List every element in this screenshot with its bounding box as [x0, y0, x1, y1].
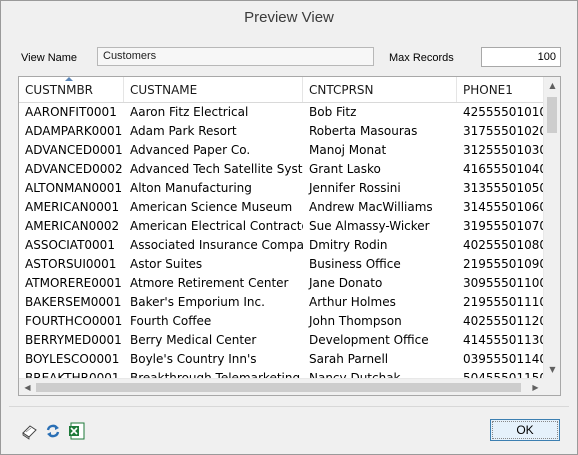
- refresh-icon[interactable]: [44, 422, 62, 440]
- table-cell: BERRYMED0001: [25, 333, 122, 347]
- table-cell: 3095550110000: [463, 276, 544, 290]
- column-header-custnmbr[interactable]: CUSTNMBR: [19, 77, 124, 102]
- view-name-field: Customers: [97, 47, 374, 66]
- footer-divider: [9, 406, 569, 407]
- table-cell: AMERICAN0001: [25, 200, 120, 214]
- table-cell: ALTONMAN0001: [25, 181, 123, 195]
- table-cell: Dmitry Rodin: [309, 238, 388, 252]
- table-cell: BAKERSEM0001: [25, 295, 122, 309]
- table-cell: 2195550111000: [463, 295, 544, 309]
- table-row[interactable]: ADVANCED0001 Advanced Paper Co. Manoj Mona…: [19, 141, 544, 160]
- table-cell: ADVANCED0001: [25, 143, 123, 157]
- table-cell: ASTORSUI0001: [25, 257, 117, 271]
- table-cell: Fourth Coffee: [130, 314, 212, 328]
- window-title: Preview View: [244, 9, 334, 26]
- table-cell: Arthur Holmes: [309, 295, 396, 309]
- table-cell: Aaron Fitz Electrical: [130, 105, 249, 119]
- scroll-right-icon[interactable]: ▶: [527, 379, 544, 395]
- table-cell: Jane Donato: [309, 276, 383, 290]
- table-cell: 4165550104000: [463, 162, 544, 176]
- table-cell: Astor Suites: [130, 257, 203, 271]
- table-cell: Bob Fitz: [309, 105, 357, 119]
- preview-view-window: Preview View View Name Customers Max Rec…: [0, 0, 578, 455]
- column-header-phone1[interactable]: PHONE1: [457, 77, 544, 102]
- table-row[interactable]: BERRYMED0001 Berry Medical Center Developm…: [19, 331, 544, 350]
- table-row[interactable]: BOYLESCO0001 Boyle's Country Inn's Sarah P…: [19, 350, 544, 369]
- table-cell: 0395550114000: [463, 352, 544, 366]
- scroll-corner: [543, 378, 560, 395]
- table-cell: American Electrical Contractor: [130, 219, 303, 233]
- table-row[interactable]: AMERICAN0001 American Science Museum Andre…: [19, 198, 544, 217]
- table-row[interactable]: ADVANCED0002 Advanced Tech Satellite Syst…: [19, 160, 544, 179]
- table-cell: 3145550106000: [463, 200, 544, 214]
- table-cell: 2195550109000: [463, 257, 544, 271]
- grid-header: CUSTNMBR CUSTNAME CNTCPRSN PHONE1: [19, 77, 544, 103]
- table-cell: 4025550112000: [463, 314, 544, 328]
- table-cell: Berry Medical Center: [130, 333, 257, 347]
- table-cell: Alton Manufacturing: [130, 181, 252, 195]
- vertical-scroll-thumb[interactable]: [547, 97, 557, 133]
- table-cell: Roberta Masouras: [309, 124, 418, 138]
- table-row[interactable]: ADAMPARK0001 Adam Park Resort Roberta Maso…: [19, 122, 544, 141]
- table-cell: AMERICAN0002: [25, 219, 120, 233]
- vertical-scrollbar[interactable]: ▲ ▼: [543, 77, 560, 378]
- table-cell: Atmore Retirement Center: [130, 276, 289, 290]
- table-cell: ADVANCED0002: [25, 162, 123, 176]
- table-cell: 4145550113000: [463, 333, 544, 347]
- view-name-label: View Name: [21, 52, 78, 64]
- table-row[interactable]: BAKERSEM0001 Baker's Emporium Inc. Arthur …: [19, 293, 544, 312]
- table-row[interactable]: ASSOCIAT0001 Associated Insurance Company…: [19, 236, 544, 255]
- table-cell: 4025550108000: [463, 238, 544, 252]
- table-cell: Advanced Paper Co.: [130, 143, 251, 157]
- scroll-left-icon[interactable]: ◀: [19, 379, 36, 395]
- table-cell: Jennifer Rossini: [309, 181, 401, 195]
- table-cell: ASSOCIAT0001: [25, 238, 115, 252]
- horizontal-scrollbar[interactable]: ◀ ▶: [19, 378, 544, 395]
- table-cell: Associated Insurance Company: [130, 238, 303, 252]
- table-cell: Advanced Tech Satellite System: [130, 162, 303, 176]
- max-records-label: Max Records: [389, 52, 454, 64]
- table-cell: FOURTHCO0001: [25, 314, 123, 328]
- max-records-input[interactable]: 100: [481, 47, 561, 67]
- table-cell: BOYLESCO0001: [25, 352, 120, 366]
- table-cell: Development Office: [309, 333, 429, 347]
- table-cell: Manoj Monat: [309, 143, 387, 157]
- table-row[interactable]: ASTORSUI0001 Astor Suites Business Office 2…: [19, 255, 544, 274]
- horizontal-scroll-thumb[interactable]: [36, 383, 521, 392]
- table-row[interactable]: FOURTHCO0001 Fourth Coffee John Thompson 40…: [19, 312, 544, 331]
- table-cell: John Thompson: [309, 314, 402, 328]
- ok-button[interactable]: OK: [490, 419, 560, 441]
- column-header-custname[interactable]: CUSTNAME: [124, 77, 303, 102]
- table-cell: Business Office: [309, 257, 401, 271]
- table-row[interactable]: AMERICAN0002 American Electrical Contract…: [19, 217, 544, 236]
- table-cell: Sarah Parnell: [309, 352, 389, 366]
- table-row[interactable]: AARONFIT0001 Aaron Fitz Electrical Bob Fit…: [19, 103, 544, 122]
- table-cell: AARONFIT0001: [25, 105, 117, 119]
- table-cell: American Science Museum: [130, 200, 293, 214]
- table-cell: Sue Almassy-Wicker: [309, 219, 430, 233]
- table-cell: Grant Lasko: [309, 162, 381, 176]
- edit-icon[interactable]: [21, 422, 39, 440]
- preview-grid: CUSTNMBR CUSTNAME CNTCPRSN PHONE1 AARONF…: [18, 76, 561, 396]
- table-cell: Andrew MacWilliams: [309, 200, 433, 214]
- table-cell: 3125550103000: [463, 143, 544, 157]
- table-row[interactable]: ATMORERE0001 Atmore Retirement Center Jane…: [19, 274, 544, 293]
- table-cell: Baker's Emporium Inc.: [130, 295, 265, 309]
- scroll-up-icon[interactable]: ▲: [544, 77, 560, 94]
- table-cell: ADAMPARK0001: [25, 124, 123, 138]
- table-cell: Adam Park Resort: [130, 124, 237, 138]
- table-row[interactable]: ALTONMAN0001 Alton Manufacturing Jennifer …: [19, 179, 544, 198]
- table-cell: 3195550107000: [463, 219, 544, 233]
- table-cell: 4255550101000: [463, 105, 544, 119]
- column-header-cntcprsn[interactable]: CNTCPRSN: [303, 77, 457, 102]
- excel-icon[interactable]: [68, 422, 86, 440]
- table-cell: 3135550105000: [463, 181, 544, 195]
- scroll-down-icon[interactable]: ▼: [544, 361, 560, 378]
- table-cell: 3175550102000: [463, 124, 544, 138]
- table-cell: Boyle's Country Inn's: [130, 352, 257, 366]
- table-cell: ATMORERE0001: [25, 276, 122, 290]
- grid-rows: AARONFIT0001 Aaron Fitz Electrical Bob Fit…: [19, 103, 544, 388]
